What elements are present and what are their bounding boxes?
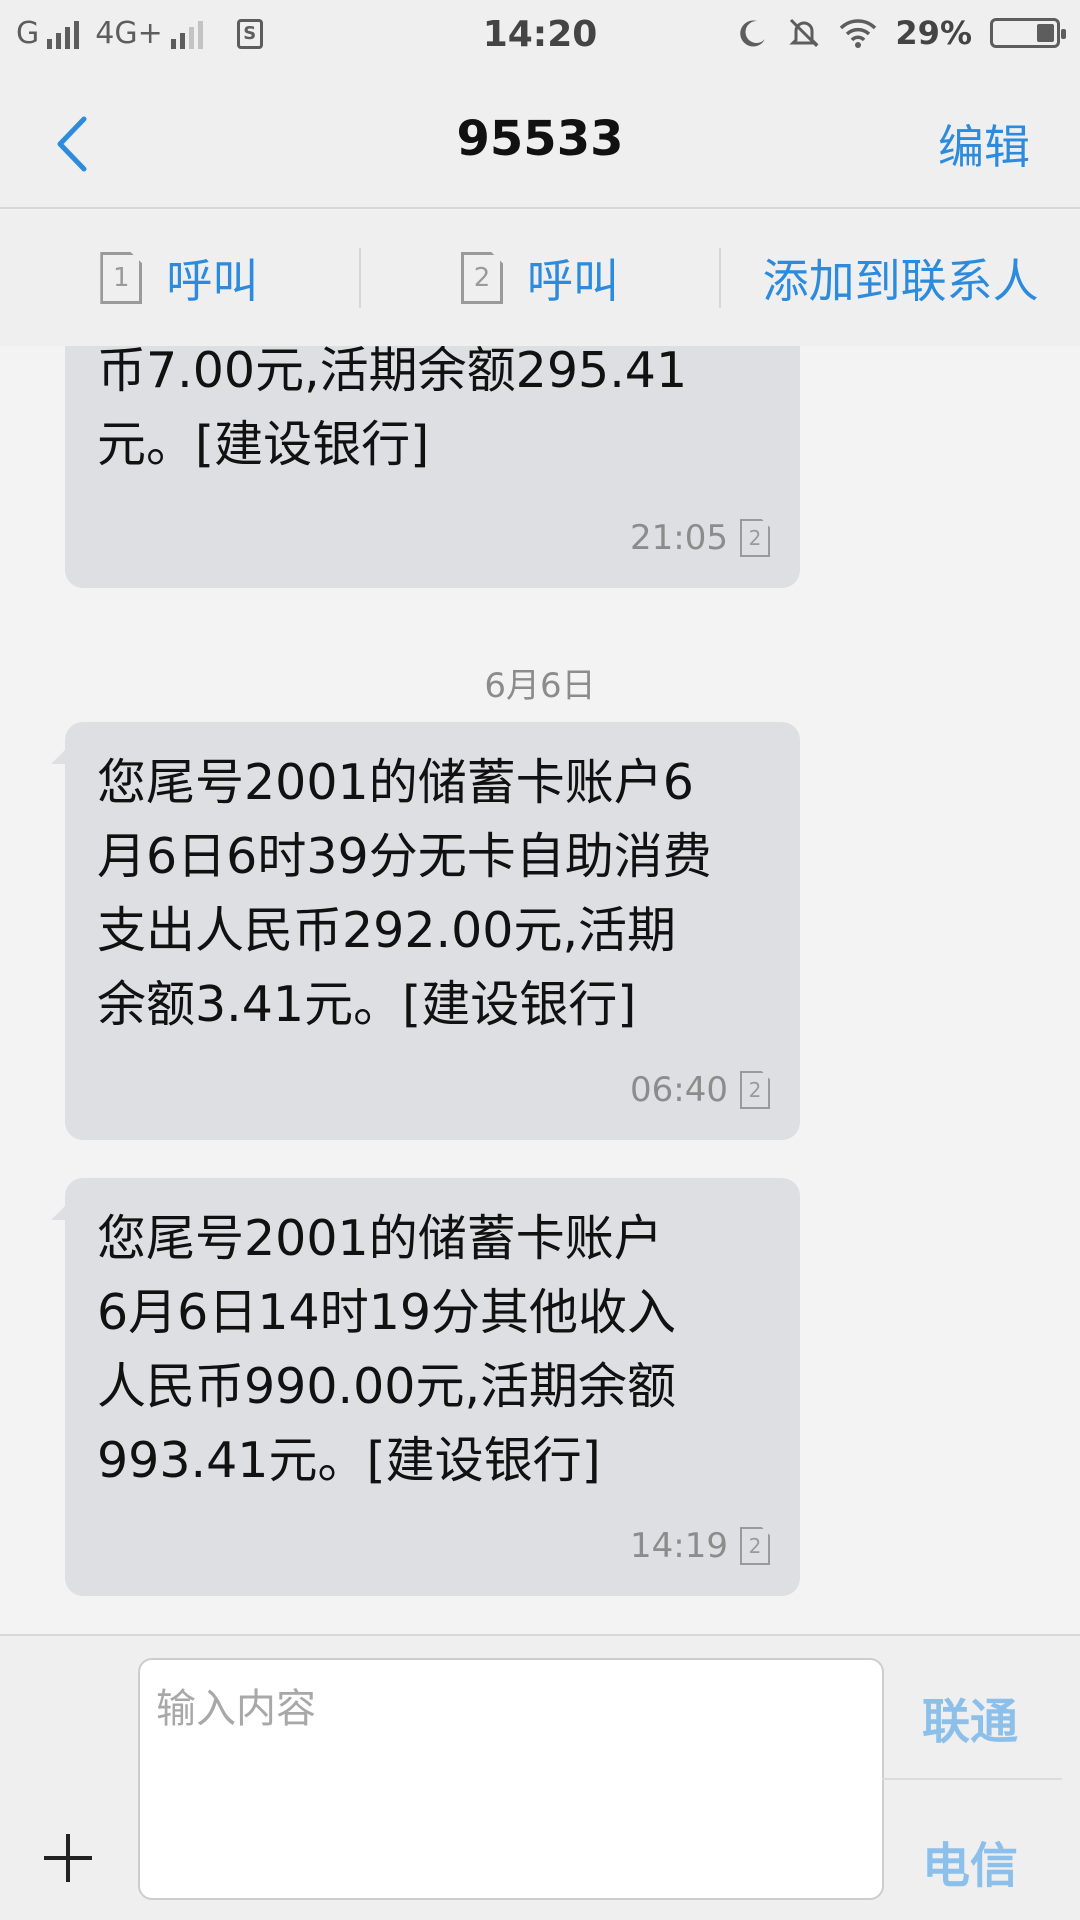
message-time: 14:19 — [630, 1526, 728, 1566]
add-to-contacts-label: 添加到联系人 — [762, 254, 1039, 308]
contact-title: 95533 — [456, 111, 624, 167]
call-sim1-label: 呼叫 — [166, 254, 259, 308]
moon-icon — [740, 20, 766, 47]
message-meta: 14:19 2 — [630, 1526, 770, 1566]
status-bar: G 4G+ S 14:20 29% — [0, 0, 1080, 75]
message-time: 21:05 — [630, 518, 728, 558]
sim-indicator-icon: 2 — [740, 1527, 770, 1565]
send-divider — [882, 1778, 1062, 1780]
message-meta: 21:05 2 — [630, 518, 770, 558]
conversation-header: 95533 编辑 — [0, 75, 1080, 209]
call-sim2-label: 呼叫 — [527, 254, 619, 308]
send-telecom-button[interactable]: 电信 — [890, 1826, 1050, 1896]
composer: 联通 电信 — [0, 1634, 1080, 1920]
action-bar: 1 呼叫 2 呼叫 添加到联系人 — [0, 210, 1080, 346]
sim1-icon: 1 — [100, 252, 143, 304]
message-text: 您尾号2001的储蓄卡账户6 月6日6时39分无卡自助消费 支出人民币292.0… — [97, 754, 712, 1033]
sim-indicator-icon: 2 — [740, 1071, 770, 1109]
add-to-contacts-button[interactable]: 添加到联系人 — [719, 248, 1080, 308]
date-separator: 6月6日 — [484, 666, 596, 706]
battery-percentage: 29% — [895, 14, 972, 52]
sim-indicator-icon: 2 — [740, 519, 770, 557]
message-input[interactable] — [138, 1658, 884, 1900]
message-meta: 06:40 2 — [630, 1070, 770, 1110]
message-list[interactable]: 币7.00元,活期余额295.41 元。[建设银行] 21:05 2 6月6日 … — [0, 346, 1080, 1634]
message-bubble[interactable]: 您尾号2001的储蓄卡账户 6月6日14时19分其他收入 人民币990.00元,… — [51, 1178, 800, 1596]
call-sim2-button[interactable]: 2 呼叫 — [358, 248, 720, 308]
bubble-tail — [51, 738, 77, 764]
battery-icon — [990, 18, 1066, 48]
sim2-icon: 2 — [461, 252, 503, 304]
edit-button[interactable]: 编辑 — [938, 111, 1030, 177]
message-text: 币7.00元,活期余额295.41 元。[建设银行] — [97, 346, 688, 473]
bubble-tail — [51, 1194, 77, 1220]
message-bubble[interactable]: 币7.00元,活期余额295.41 元。[建设银行] 21:05 2 — [65, 346, 800, 588]
status-right: 29% — [737, 14, 1066, 52]
wifi-icon — [840, 19, 877, 48]
message-text: 您尾号2001的储蓄卡账户 6月6日14时19分其他收入 人民币990.00元,… — [97, 1210, 677, 1489]
message-time: 06:40 — [630, 1070, 728, 1110]
plus-icon[interactable] — [44, 1834, 92, 1882]
mute-bell-icon — [789, 18, 820, 48]
send-unicom-button[interactable]: 联通 — [890, 1682, 1050, 1752]
message-bubble[interactable]: 您尾号2001的储蓄卡账户6 月6日6时39分无卡自助消费 支出人民币292.0… — [51, 722, 800, 1140]
call-sim1-button[interactable]: 1 呼叫 — [0, 210, 359, 346]
